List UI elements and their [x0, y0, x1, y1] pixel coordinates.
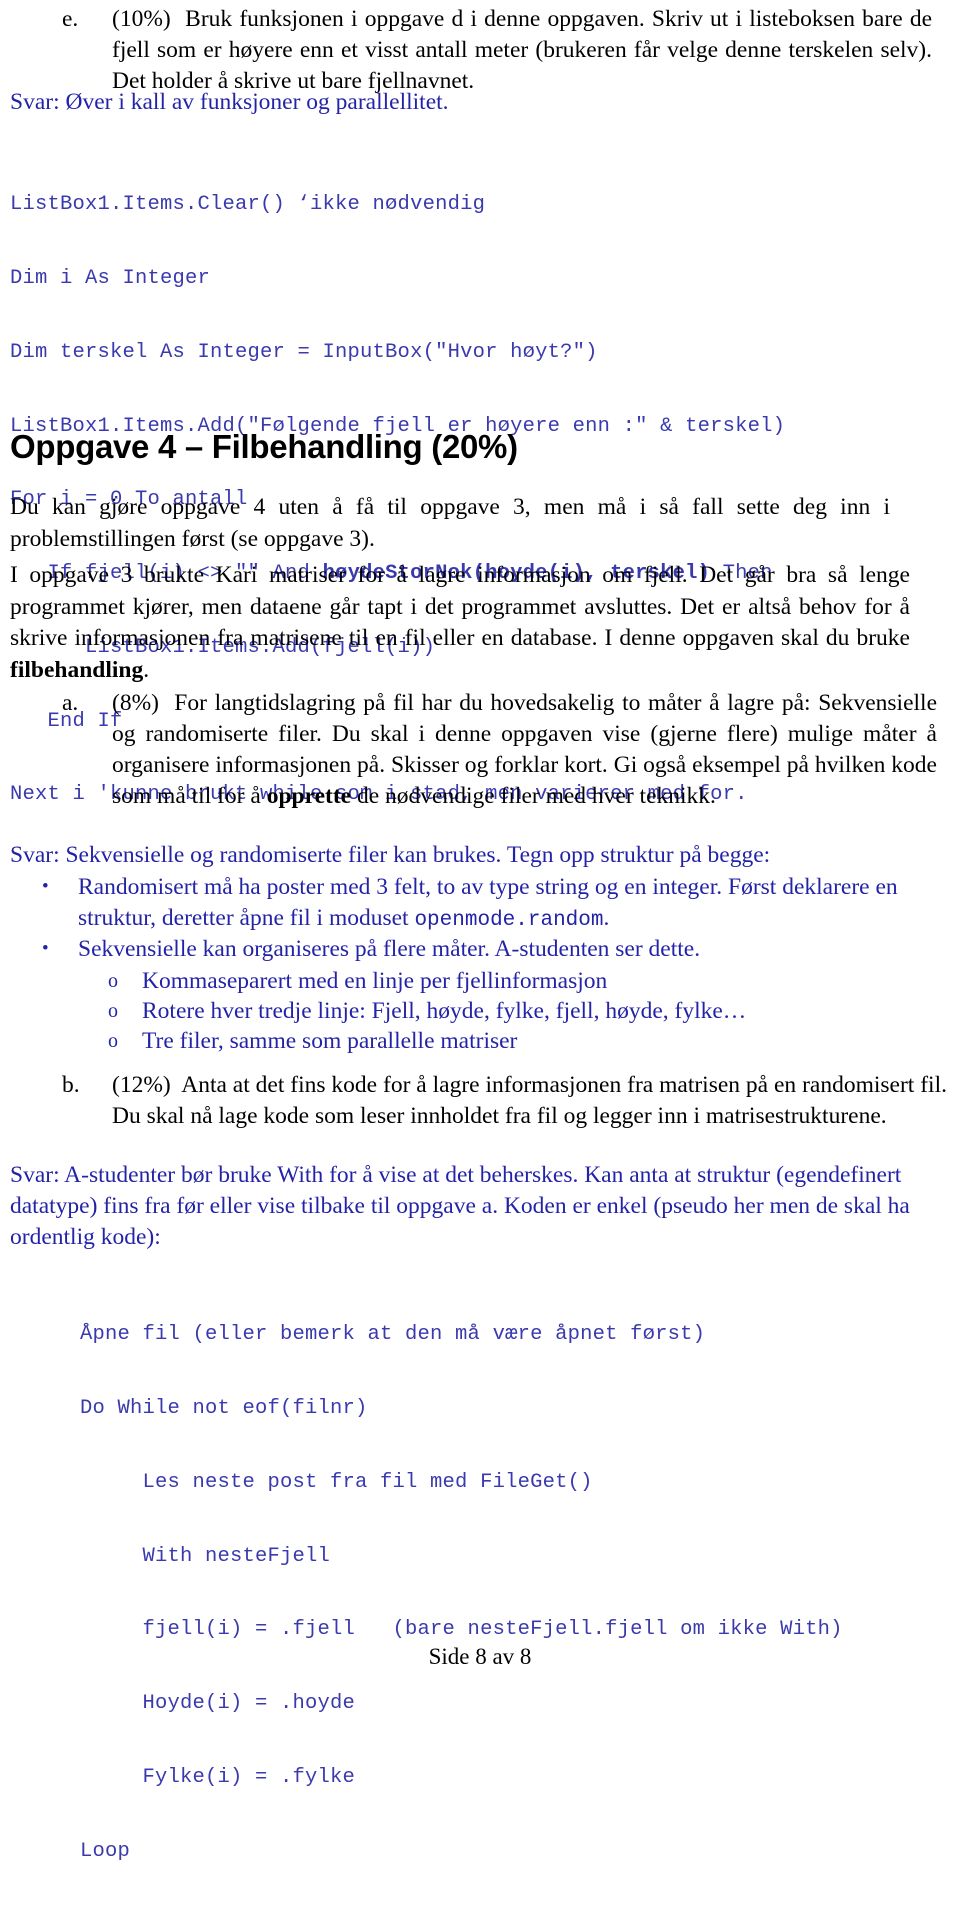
list-item-b-marker: b.	[62, 1072, 80, 1098]
list-item-a-percent: (8%)	[112, 690, 159, 716]
paragraph-context-part1: I oppgave 3 brukte Kari matriser for å l…	[10, 562, 910, 651]
page-footer: Side 8 av 8	[0, 1644, 960, 1670]
code-line: Les neste post fra fil med FileGet()	[80, 1470, 593, 1494]
list-item-e-marker: e.	[62, 6, 79, 32]
list-item-a-part2: de nødvendige filer med hver teknikk.	[351, 783, 716, 809]
answer-b: Svar: A-studenter bør bruke With for å v…	[10, 1160, 925, 1253]
list-item-a-marker: a.	[62, 690, 79, 716]
paragraph-intro: Du kan gjøre oppgave 4 uten å få til opp…	[10, 492, 890, 555]
answer-a: Svar: Sekvensielle og randomiserte filer…	[10, 840, 930, 871]
answer-a-text: Svar: Sekvensielle og randomiserte filer…	[10, 842, 771, 868]
list-item-a-bold: opprette	[266, 783, 352, 809]
subbullet-text: Tre filer, samme som parallelle matriser	[142, 1028, 518, 1054]
code-line: Loop	[80, 1839, 131, 1863]
list-item-e-body: (10%) Bruk funksjonen i oppgave d i denn…	[112, 4, 932, 97]
list-item-bullet-randomisert: • Randomisert må ha poster med 3 felt, t…	[42, 872, 902, 936]
code-line: Fylke(i) = .fylke	[80, 1765, 356, 1789]
bullet-text: Sekvensielle kan organiseres på flere må…	[78, 934, 902, 965]
code-block-pseudo-fileread: Åpne fil (eller bemerk at den må være åp…	[80, 1274, 940, 1913]
code-line: With nesteFjell	[80, 1544, 331, 1568]
paragraph-context-part2: .	[143, 656, 150, 683]
list-item-bullet-sekvensielle: • Sekvensielle kan organiseres på flere …	[42, 934, 902, 965]
list-item-subbullet-kommaseparert: o Kommaseparert med en linje per fjellin…	[108, 966, 908, 996]
bullet-text-part2: .	[603, 905, 610, 931]
list-item-b-percent: (12%)	[112, 1072, 171, 1098]
bullet-dot-icon: •	[42, 876, 49, 897]
paragraph-context-bold: filbehandling	[10, 656, 144, 683]
bullet-text: Randomisert må ha poster med 3 felt, to …	[78, 872, 902, 936]
code-line: ListBox1.Items.Clear() ‘ikke nødvendig	[10, 193, 486, 217]
list-item-e-text: Bruk funksjonen i oppgave d i denne oppg…	[112, 6, 932, 94]
list-item-e: e. (10%) Bruk funksjonen i oppgave d i d…	[62, 4, 932, 97]
subbullet-circle-icon: o	[108, 1000, 118, 1022]
page-title-oppgave-4: Oppgave 4 – Filbehandling (20%)	[10, 428, 518, 466]
list-item-a: a. (8%) For langtidslagring på fil har d…	[62, 688, 937, 812]
list-item-subbullet-tre-filer: o Tre filer, samme som parallelle matris…	[108, 1026, 908, 1056]
list-item-a-body: (8%) For langtidslagring på fil har du h…	[112, 688, 937, 812]
subbullet-circle-icon: o	[108, 970, 118, 992]
list-item-subbullet-rotere: o Rotere hver tredje linje: Fjell, høyde…	[108, 996, 908, 1026]
subbullet-circle-icon: o	[108, 1030, 118, 1052]
code-line: Dim terskel As Integer = InputBox("Hvor …	[10, 340, 598, 364]
paragraph-context: I oppgave 3 brukte Kari matriser for å l…	[10, 560, 910, 686]
code-line: Dim i As Integer	[10, 266, 211, 290]
code-line: fjell(i) = .fjell (bare nesteFjell.fjell…	[80, 1618, 843, 1642]
list-item-e-percent: (10%)	[112, 6, 171, 32]
subbullet-text: Rotere hver tredje linje: Fjell, høyde, …	[142, 998, 747, 1024]
code-line: Do While not eof(filnr)	[80, 1396, 368, 1420]
subbullet-text: Kommaseparert med en linje per fjellinfo…	[142, 968, 608, 994]
bullet-text-part1: Sekvensielle kan organiseres på flere må…	[78, 936, 701, 962]
page-footer-text: Side 8 av 8	[428, 1644, 532, 1669]
code-line: Hoyde(i) = .hoyde	[80, 1692, 356, 1716]
code-line: Åpne fil (eller bemerk at den må være åp…	[80, 1323, 706, 1347]
answer-e-text: Svar: Øver i kall av funksjoner og paral…	[10, 89, 449, 115]
list-item-b: b. (12%) Anta at det fins kode for å lag…	[62, 1070, 947, 1132]
list-item-b-body: (12%) Anta at det fins kode for å lagre …	[112, 1070, 947, 1132]
bullet-dot-icon: •	[42, 938, 49, 959]
answer-b-text: Svar: A-studenter bør bruke With for å v…	[10, 1162, 910, 1250]
paragraph-intro-text: Du kan gjøre oppgave 4 uten å få til opp…	[10, 494, 890, 552]
document-page: e. (10%) Bruk funksjonen i oppgave d i d…	[0, 0, 960, 1863]
list-item-b-text: Anta at det fins kode for å lagre inform…	[112, 1072, 947, 1129]
answer-e: Svar: Øver i kall av funksjoner og paral…	[10, 87, 910, 118]
bullet-inline-code: openmode.random	[414, 909, 604, 932]
page-title-text: Oppgave 4 – Filbehandling (20%)	[10, 428, 518, 465]
